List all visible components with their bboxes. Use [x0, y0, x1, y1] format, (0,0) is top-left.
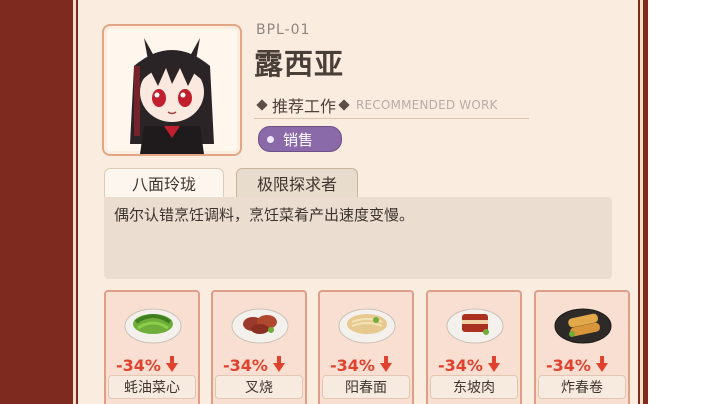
- trait-description: 偶尔认错烹饪调料，烹饪菜肴产出速度变慢。: [114, 206, 415, 224]
- right-frame-border: [638, 0, 648, 404]
- tab-label: 八面玲珑: [131, 175, 196, 194]
- dish-name: 叉烧: [215, 375, 303, 399]
- dish-name: 东坡肉: [430, 375, 518, 399]
- spring-roll-icon: [554, 308, 612, 344]
- down-arrow-icon: [596, 356, 608, 372]
- recommended-work-label: 推荐工作: [272, 97, 337, 116]
- left-frame-border: [0, 0, 80, 404]
- char-siu-dish-icon: [231, 308, 289, 344]
- speed-modifier: -34%: [438, 356, 483, 375]
- dish-card[interactable]: -34% 阳春面: [318, 290, 414, 404]
- divider: [254, 118, 529, 119]
- down-arrow-icon: [488, 356, 500, 372]
- down-arrow-icon: [273, 356, 285, 372]
- tab-trait-2[interactable]: 极限探求者: [236, 168, 358, 197]
- recommended-work-header: 推荐工作 RECOMMENDED WORK: [254, 93, 498, 117]
- diamond-bullet-icon: [256, 99, 268, 111]
- dish-name: 炸春卷: [538, 375, 626, 399]
- speed-modifier: -34%: [223, 356, 268, 375]
- work-badge[interactable]: 销售: [258, 126, 342, 152]
- speed-modifier: -34%: [546, 356, 591, 375]
- badge-dot-icon: [267, 135, 274, 143]
- work-badge-label: 销售: [283, 130, 314, 149]
- chibi-portrait-icon: [130, 38, 214, 154]
- braised-pork-icon: [446, 308, 504, 344]
- trait-description-box: 偶尔认错烹饪调料，烹饪菜肴产出速度变慢。: [104, 197, 612, 279]
- character-name: 露西亚: [254, 47, 345, 81]
- speed-modifier: -34%: [116, 356, 161, 375]
- recommended-work-label-en: RECOMMENDED WORK: [356, 98, 498, 112]
- dish-card[interactable]: -34% 叉烧: [211, 290, 307, 404]
- tab-trait-1[interactable]: 八面玲珑: [104, 168, 224, 197]
- dish-name: 阳春面: [322, 375, 410, 399]
- noodle-bowl-icon: [338, 308, 396, 344]
- speed-modifier: -34%: [330, 356, 375, 375]
- greens-dish-icon: [124, 308, 182, 344]
- dish-card[interactable]: -34% 东坡肉: [426, 290, 522, 404]
- dish-name: 蚝油菜心: [108, 375, 196, 399]
- diamond-bullet-icon: [338, 99, 350, 111]
- dish-card[interactable]: -34% 炸春卷: [534, 290, 630, 404]
- dish-card[interactable]: -34% 蚝油菜心: [104, 290, 200, 404]
- down-arrow-icon: [166, 356, 178, 372]
- tab-label: 极限探求者: [256, 175, 337, 194]
- down-arrow-icon: [380, 356, 392, 372]
- character-portrait[interactable]: [102, 24, 242, 156]
- character-code: BPL-01: [256, 22, 311, 38]
- character-panel: BPL-01 露西亚 推荐工作 RECOMMENDED WORK 销售 八面玲珑…: [78, 0, 638, 404]
